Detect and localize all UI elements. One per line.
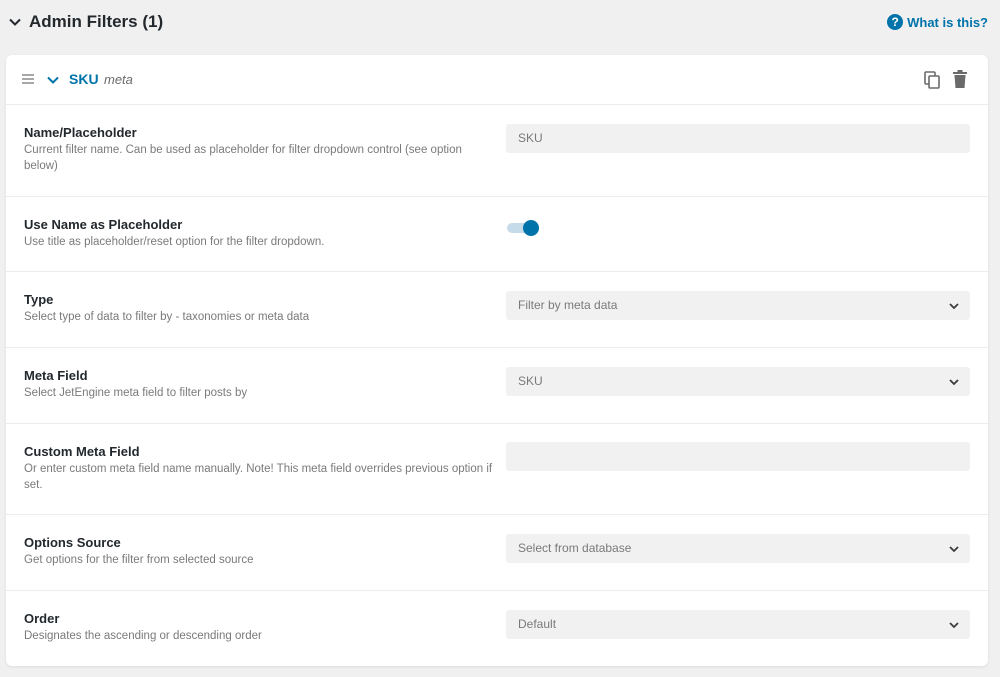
setting-row-use-name-as-placeholder: Use Name as Placeholder Use title as pla… (6, 197, 988, 272)
custom-meta-field-input[interactable] (506, 442, 970, 471)
setting-description: Get options for the filter from selected… (24, 554, 254, 566)
question-icon: ? (887, 14, 904, 30)
setting-label: Meta Field (24, 368, 88, 383)
setting-row-order: Order Designates the ascending or descen… (6, 591, 988, 666)
options-source-select[interactable]: Select from database (506, 534, 970, 563)
filter-card-header: SKU meta (6, 55, 988, 105)
setting-label: Use Name as Placeholder (24, 217, 183, 232)
setting-row-type: Type Select type of data to filter by - … (6, 272, 988, 348)
chevron-down-icon[interactable] (8, 15, 22, 29)
setting-description: Current filter name. Can be used as plac… (24, 144, 462, 172)
chevron-down-icon (949, 379, 959, 386)
setting-description: Select JetEngine meta field to filter po… (24, 387, 248, 399)
order-select[interactable]: Default (506, 610, 970, 639)
select-value: SKU (518, 374, 543, 388)
meta-field-select[interactable]: SKU (506, 367, 970, 396)
setting-label: Type (24, 292, 54, 307)
setting-row-meta-field: Meta Field Select JetEngine meta field t… (6, 348, 988, 424)
setting-label: Name/Placeholder (24, 125, 137, 140)
setting-description: Use title as placeholder/reset option fo… (24, 236, 325, 248)
help-link-label: What is this? (907, 14, 988, 30)
section-title: Admin Filters (1) (29, 12, 164, 31)
filter-name[interactable]: SKU (69, 71, 99, 87)
copy-icon[interactable] (924, 71, 940, 89)
setting-label: Custom Meta Field (24, 444, 140, 459)
chevron-down-icon (949, 303, 959, 310)
name-placeholder-input[interactable]: SKU (506, 124, 970, 153)
select-value: Default (518, 617, 557, 631)
setting-description: Select type of data to filter by - taxon… (24, 311, 310, 323)
select-value: Select from database (518, 541, 632, 555)
type-select[interactable]: Filter by meta data (506, 291, 970, 320)
chevron-down-icon (949, 546, 959, 553)
setting-row-options-source: Options Source Get options for the filte… (6, 515, 988, 591)
chevron-down-icon[interactable] (46, 73, 60, 87)
setting-row-custom-meta-field: Custom Meta Field Or enter custom meta f… (6, 424, 988, 515)
setting-description: Designates the ascending or descending o… (24, 630, 262, 642)
use-name-as-placeholder-toggle[interactable] (506, 218, 542, 238)
section-header: Admin Filters (1) ? What is this? (0, 0, 1000, 46)
toggle-knob (523, 220, 539, 236)
filter-card: SKU meta Name/Placeholder Current filter… (6, 55, 988, 666)
setting-row-name-placeholder: Name/Placeholder Current filter name. Ca… (6, 105, 988, 197)
setting-label: Order (24, 611, 60, 626)
filter-subtype: meta (104, 72, 133, 87)
help-link[interactable]: ? What is this? (887, 14, 988, 30)
trash-icon[interactable] (952, 70, 968, 89)
drag-handle-icon[interactable] (22, 74, 34, 84)
setting-label: Options Source (24, 535, 121, 550)
setting-description: Or enter custom meta field name manually… (24, 463, 493, 491)
chevron-down-icon (949, 622, 959, 629)
select-value: Filter by meta data (518, 298, 618, 312)
